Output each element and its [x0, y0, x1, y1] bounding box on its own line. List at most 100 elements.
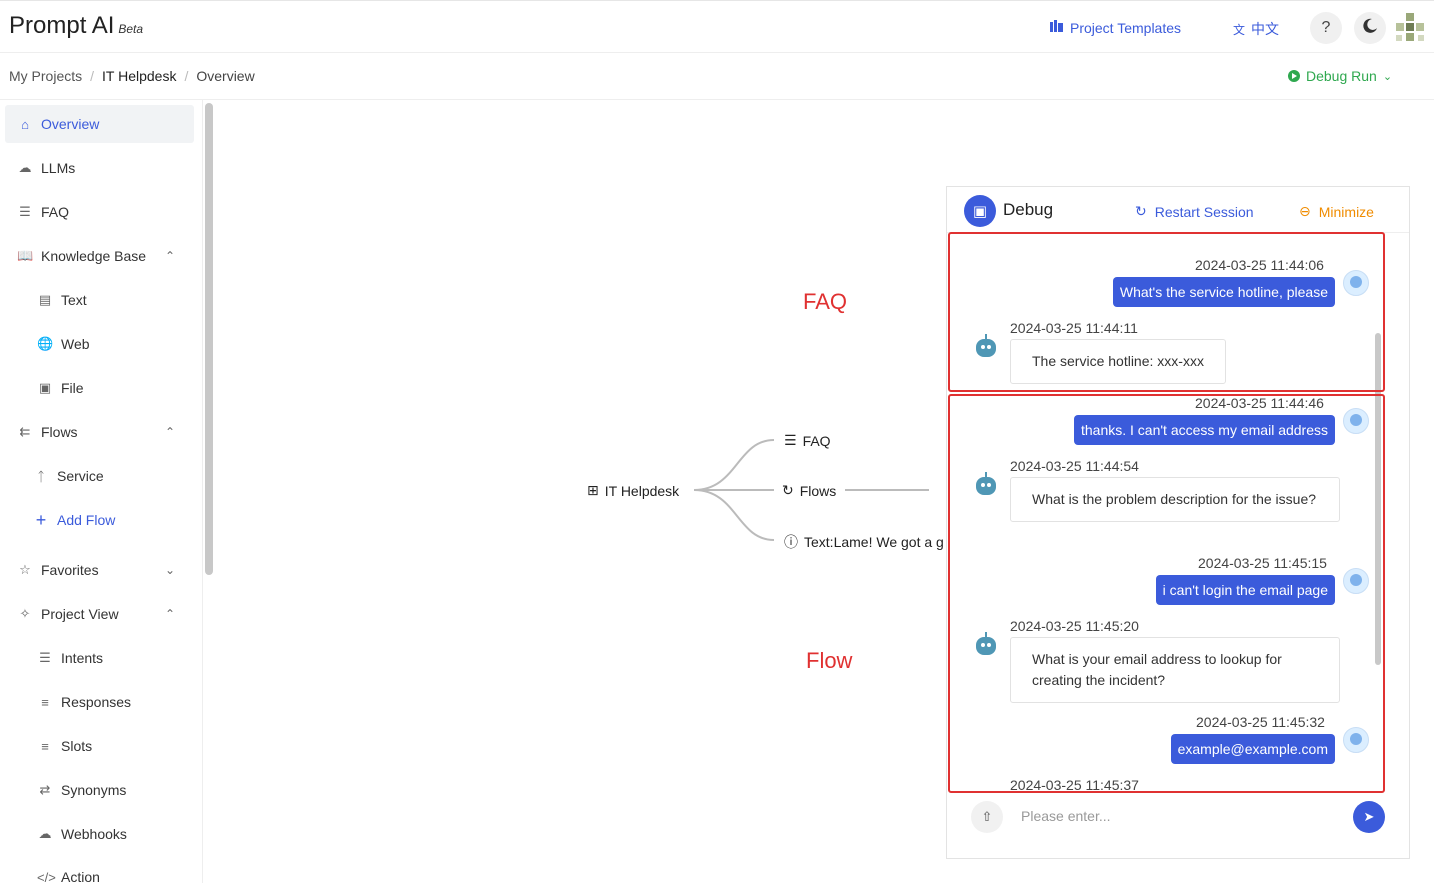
breadcrumb-my-projects[interactable]: My Projects [9, 68, 82, 84]
mindmap-flows-node[interactable]: ↻ Flows [782, 482, 836, 499]
sidebar-item-label: Intents [61, 650, 104, 666]
sidebar-item-label: Knowledge Base [41, 248, 147, 264]
sidebar-item-label: FAQ [41, 204, 70, 220]
sidebar-item-label: Overview [41, 116, 100, 132]
grid-icon: ⊞ [587, 482, 599, 498]
send-icon: ➤ [1363, 809, 1375, 824]
sidebar-item-synonyms[interactable]: ⇄ Synonyms [37, 771, 127, 809]
sidebar-item-label: Action [61, 869, 100, 883]
sidebar-item-knowledge-base[interactable]: 📖 Knowledge Base ⌃ [17, 237, 197, 275]
sidebar-item-label: Responses [61, 694, 132, 710]
sidebar-item-flows[interactable]: ⇇ Flows ⌃ [17, 413, 197, 451]
mindmap-edges [693, 439, 929, 541]
sidebar-item-label: Service [57, 468, 104, 484]
flow-highlight-box [948, 394, 1385, 793]
sidebar-item-overview[interactable]: ⌂ Overview [5, 105, 194, 143]
list-icon: ☰ [784, 432, 797, 448]
sidebar-item-project-view[interactable]: ✧ Project View ⌃ [17, 595, 197, 633]
debug-run-button[interactable]: Debug Run ⌄ [1288, 68, 1392, 84]
sidebar-item-intents[interactable]: ☰ Intents [37, 639, 103, 677]
sidebar-item-llms[interactable]: ☁ LLMs [17, 149, 76, 187]
play-icon [1288, 70, 1300, 82]
minus-circle-icon: ⊖ [1299, 203, 1311, 219]
upload-icon[interactable]: ⇧ [971, 801, 1003, 833]
brand-name: Prompt AI [9, 12, 115, 39]
sidebar-item-file[interactable]: ▣ File [37, 369, 84, 407]
intents-icon: ☰ [39, 650, 51, 665]
brand-logo[interactable]: Prompt AI Beta [9, 12, 143, 40]
user-avatar[interactable] [1396, 13, 1424, 43]
breadcrumb-separator: / [90, 68, 95, 84]
branch-icon: ᛏ [37, 468, 45, 484]
help-icon: ? [1321, 19, 1331, 36]
add-flow-label: Add Flow [57, 512, 116, 528]
sidebar-item-favorites[interactable]: ☆ Favorites ⌄ [17, 551, 197, 589]
message-composer: ⇧ ➤ [947, 791, 1409, 837]
chevron-up-icon: ⌃ [165, 249, 176, 263]
home-icon: ⌂ [21, 116, 29, 132]
minimize-label: Minimize [1318, 203, 1374, 220]
sidebar: ⌂ Overview ☁ LLMs ☰ FAQ 📖 Knowledge Base ⌃ ▤… [0, 100, 203, 883]
breadcrumb-overview: Overview [196, 68, 255, 84]
plus-icon: + [35, 509, 47, 530]
robot-icon: ▣ [964, 195, 996, 227]
restart-label: Restart Session [1154, 203, 1254, 220]
debug-title: Debug [1003, 200, 1054, 219]
chevron-down-icon: ⌄ [165, 563, 176, 577]
sidebar-item-label: LLMs [41, 160, 76, 176]
sidebar-scrollbar[interactable] [205, 103, 213, 575]
top-header: Prompt AI Beta Project Templates 文 中文 ? [0, 0, 1434, 53]
restart-session-button[interactable]: ↻ Restart Session [1135, 203, 1254, 220]
translate-icon: 文 [1233, 22, 1246, 37]
debug-panel: ▣ Debug ↻ Restart Session ⊖ Minimize 2024-… [946, 186, 1410, 859]
sidebar-item-faq[interactable]: ☰ FAQ [17, 193, 69, 231]
puzzle-icon: ✧ [19, 606, 31, 621]
sidebar-item-label: Web [61, 336, 90, 352]
project-templates-link[interactable]: Project Templates [1050, 19, 1181, 36]
sidebar-item-label: Text [61, 292, 87, 308]
webhook-icon: ☁ [38, 826, 52, 841]
faq-highlight-box [948, 232, 1385, 392]
sidebar-item-web[interactable]: 🌐 Web [37, 325, 90, 363]
theme-toggle[interactable] [1354, 12, 1386, 44]
mindmap-faq-node[interactable]: ☰ FAQ [784, 432, 831, 449]
help-button[interactable]: ? [1310, 12, 1342, 44]
book-icon: 📖 [17, 248, 34, 263]
message-input[interactable] [1021, 805, 1341, 827]
loop-icon: ↻ [782, 482, 794, 498]
add-flow-button[interactable]: + Add Flow [33, 501, 116, 539]
cloud-icon: ☁ [18, 160, 32, 175]
swap-icon: ⇄ [39, 782, 51, 797]
faq-annotation: FAQ [803, 289, 848, 314]
star-icon: ☆ [19, 562, 31, 577]
sidebar-item-webhooks[interactable]: ☁ Webhooks [37, 815, 127, 853]
code-icon: </> [37, 869, 56, 883]
mindmap-root-node[interactable]: ⊞ IT Helpdesk [587, 482, 679, 499]
send-button[interactable]: ➤ [1353, 801, 1385, 833]
minimize-button[interactable]: ⊖ Minimize [1299, 203, 1374, 220]
sidebar-item-label: Slots [61, 738, 93, 754]
sidebar-item-service[interactable]: ᛏ Service [33, 457, 104, 495]
sidebar-item-action[interactable]: </> Action [37, 858, 100, 883]
breadcrumb-it-helpdesk[interactable]: IT Helpdesk [102, 68, 176, 84]
beta-badge: Beta [118, 22, 144, 36]
node-label: IT Helpdesk [604, 482, 680, 499]
chevron-up-icon: ⌃ [165, 607, 176, 621]
file-icon: ▣ [38, 380, 52, 395]
list-icon: ☰ [19, 204, 31, 219]
sidebar-item-label: Project View [41, 606, 119, 622]
flow-annotation: Flow [806, 648, 853, 673]
sidebar-item-slots[interactable]: ≡ Slots [37, 727, 92, 765]
sidebar-item-label: Webhooks [61, 826, 127, 842]
flow-icon: ⇇ [19, 424, 31, 439]
refresh-icon: ↻ [1135, 203, 1147, 219]
moon-icon [1362, 18, 1378, 39]
node-label: Text:Lame! We got a g [804, 534, 944, 550]
node-label: FAQ [802, 432, 831, 449]
language-switch[interactable]: 文 中文 [1233, 19, 1279, 39]
mindmap-text-node[interactable]: ⓘ Text:Lame! We got a g [784, 532, 944, 552]
sidebar-item-responses[interactable]: ≡ Responses [37, 683, 131, 721]
sidebar-item-text[interactable]: ▤ Text [37, 281, 87, 319]
sidebar-item-label: File [61, 380, 84, 396]
responses-icon: ≡ [41, 694, 49, 710]
